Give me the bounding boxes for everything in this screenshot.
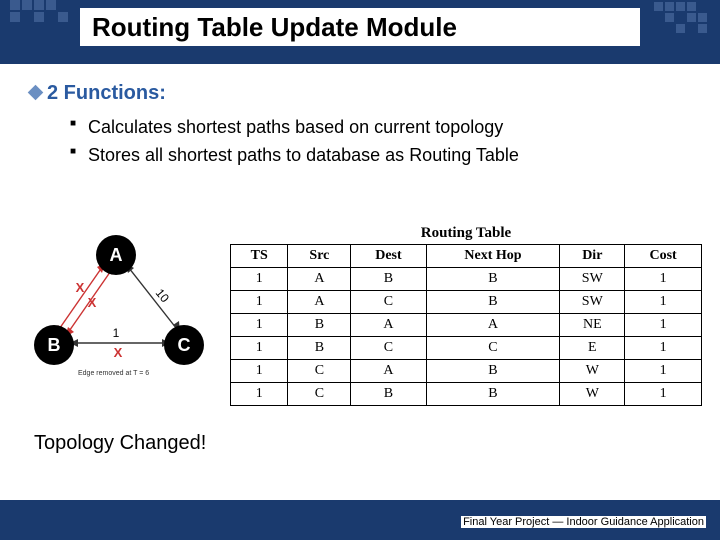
table-cell: E [560,337,625,360]
table-cell: C [426,337,560,360]
table-cell: 1 [625,337,702,360]
table-cell: W [560,360,625,383]
table-cell: 1 [625,314,702,337]
table-cell: B [426,291,560,314]
topology-changed-label: Topology Changed! [34,432,206,455]
table-cell: 1 [231,268,288,291]
diamond-bullet-icon [28,85,44,101]
table-cell: W [560,383,625,406]
table-row: 1ACBSW1 [231,291,702,314]
table-cell: A [351,314,426,337]
table-cell: 1 [625,291,702,314]
table-cell: C [351,291,426,314]
graph-note: Edge removed at T = 6 [78,370,149,377]
section-heading: 2 Functions: [30,82,690,105]
table-cell: SW [560,268,625,291]
table-cell: A [288,291,351,314]
bullet-list: Calculates shortest paths based on curre… [70,115,690,168]
table-cell: B [288,337,351,360]
table-cell: NE [560,314,625,337]
edge-weight-label: 1 [113,326,120,340]
table-cell: 1 [625,383,702,406]
graph-figure: X X 10 1 X A B C Edge removed at T = 6 [0,225,230,406]
table-header: Dest [351,245,426,268]
slide-title: Routing Table Update Module [80,8,640,46]
table-header: Src [288,245,351,268]
table-cell: 1 [625,360,702,383]
table-cell: B [426,268,560,291]
table-cell: 1 [231,314,288,337]
table-cell: C [288,383,351,406]
table-cell: 1 [625,268,702,291]
table-cell: A [426,314,560,337]
table-cell: B [351,268,426,291]
node-label: A [110,245,123,265]
table-cell: A [351,360,426,383]
bullet-item: Stores all shortest paths to database as… [70,143,690,167]
table-cell: A [288,268,351,291]
title-bar: Routing Table Update Module [0,0,720,64]
table-cell: SW [560,291,625,314]
table-cell: C [288,360,351,383]
table-row: 1CABW1 [231,360,702,383]
edge-x-label: X [76,280,85,295]
heading-text: 2 Functions: [47,82,166,104]
bullet-item: Calculates shortest paths based on curre… [70,115,690,139]
table-header: Dir [560,245,625,268]
table-cell: B [426,360,560,383]
table-cell: B [288,314,351,337]
decor-squares-right [654,2,714,47]
footer-text: Final Year Project — Indoor Guidance App… [461,516,706,528]
decor-squares-left [10,0,80,35]
routing-table-wrap: Routing Table TS Src Dest Next Hop Dir C… [230,225,720,406]
figure-row: X X 10 1 X A B C Edge removed at T = 6 R… [0,225,720,406]
table-header: Cost [625,245,702,268]
table-cell: B [351,383,426,406]
table-cell: B [426,383,560,406]
table-cell: C [351,337,426,360]
table-header: TS [231,245,288,268]
node-label: B [48,335,61,355]
table-cell: 1 [231,337,288,360]
table-cell: 1 [231,291,288,314]
table-row: 1BAANE1 [231,314,702,337]
table-row: 1ABBSW1 [231,268,702,291]
routing-table: TS Src Dest Next Hop Dir Cost 1ABBSW11AC… [230,244,702,406]
table-title: Routing Table [230,225,702,242]
node-label: C [178,335,191,355]
table-row: 1CBBW1 [231,383,702,406]
table-header-row: TS Src Dest Next Hop Dir Cost [231,245,702,268]
table-header: Next Hop [426,245,560,268]
edge-x-label: X [88,295,97,310]
table-cell: 1 [231,360,288,383]
edge-x-label: X [114,345,123,360]
table-row: 1BCCE1 [231,337,702,360]
table-cell: 1 [231,383,288,406]
content-area: 2 Functions: Calculates shortest paths b… [0,64,720,168]
